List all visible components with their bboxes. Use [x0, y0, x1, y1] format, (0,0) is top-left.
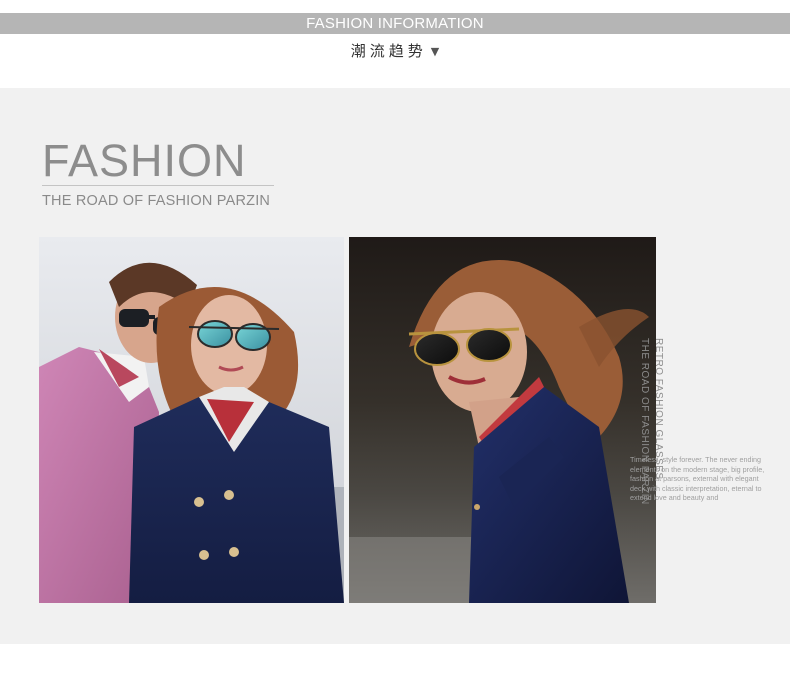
- section-title: FASHION: [42, 135, 247, 186]
- title-divider: [42, 185, 274, 186]
- trend-subtitle-row[interactable]: 潮流趋势 ▼: [0, 40, 790, 62]
- fashion-panel: FASHION THE ROAD OF FASHION PARZIN RETRO…: [0, 88, 790, 644]
- section-tagline: THE ROAD OF FASHION PARZIN: [42, 193, 271, 209]
- fashion-information-banner: FASHION INFORMATION: [0, 13, 790, 34]
- banner-title: FASHION INFORMATION: [306, 15, 484, 32]
- couple-photo: [39, 237, 344, 603]
- triangle-down-icon: ▼: [430, 45, 440, 58]
- trend-subtitle: 潮流趋势: [350, 42, 427, 60]
- woman-photo: [349, 237, 656, 603]
- body-copy: Timeless, style forever. The never endin…: [630, 455, 765, 503]
